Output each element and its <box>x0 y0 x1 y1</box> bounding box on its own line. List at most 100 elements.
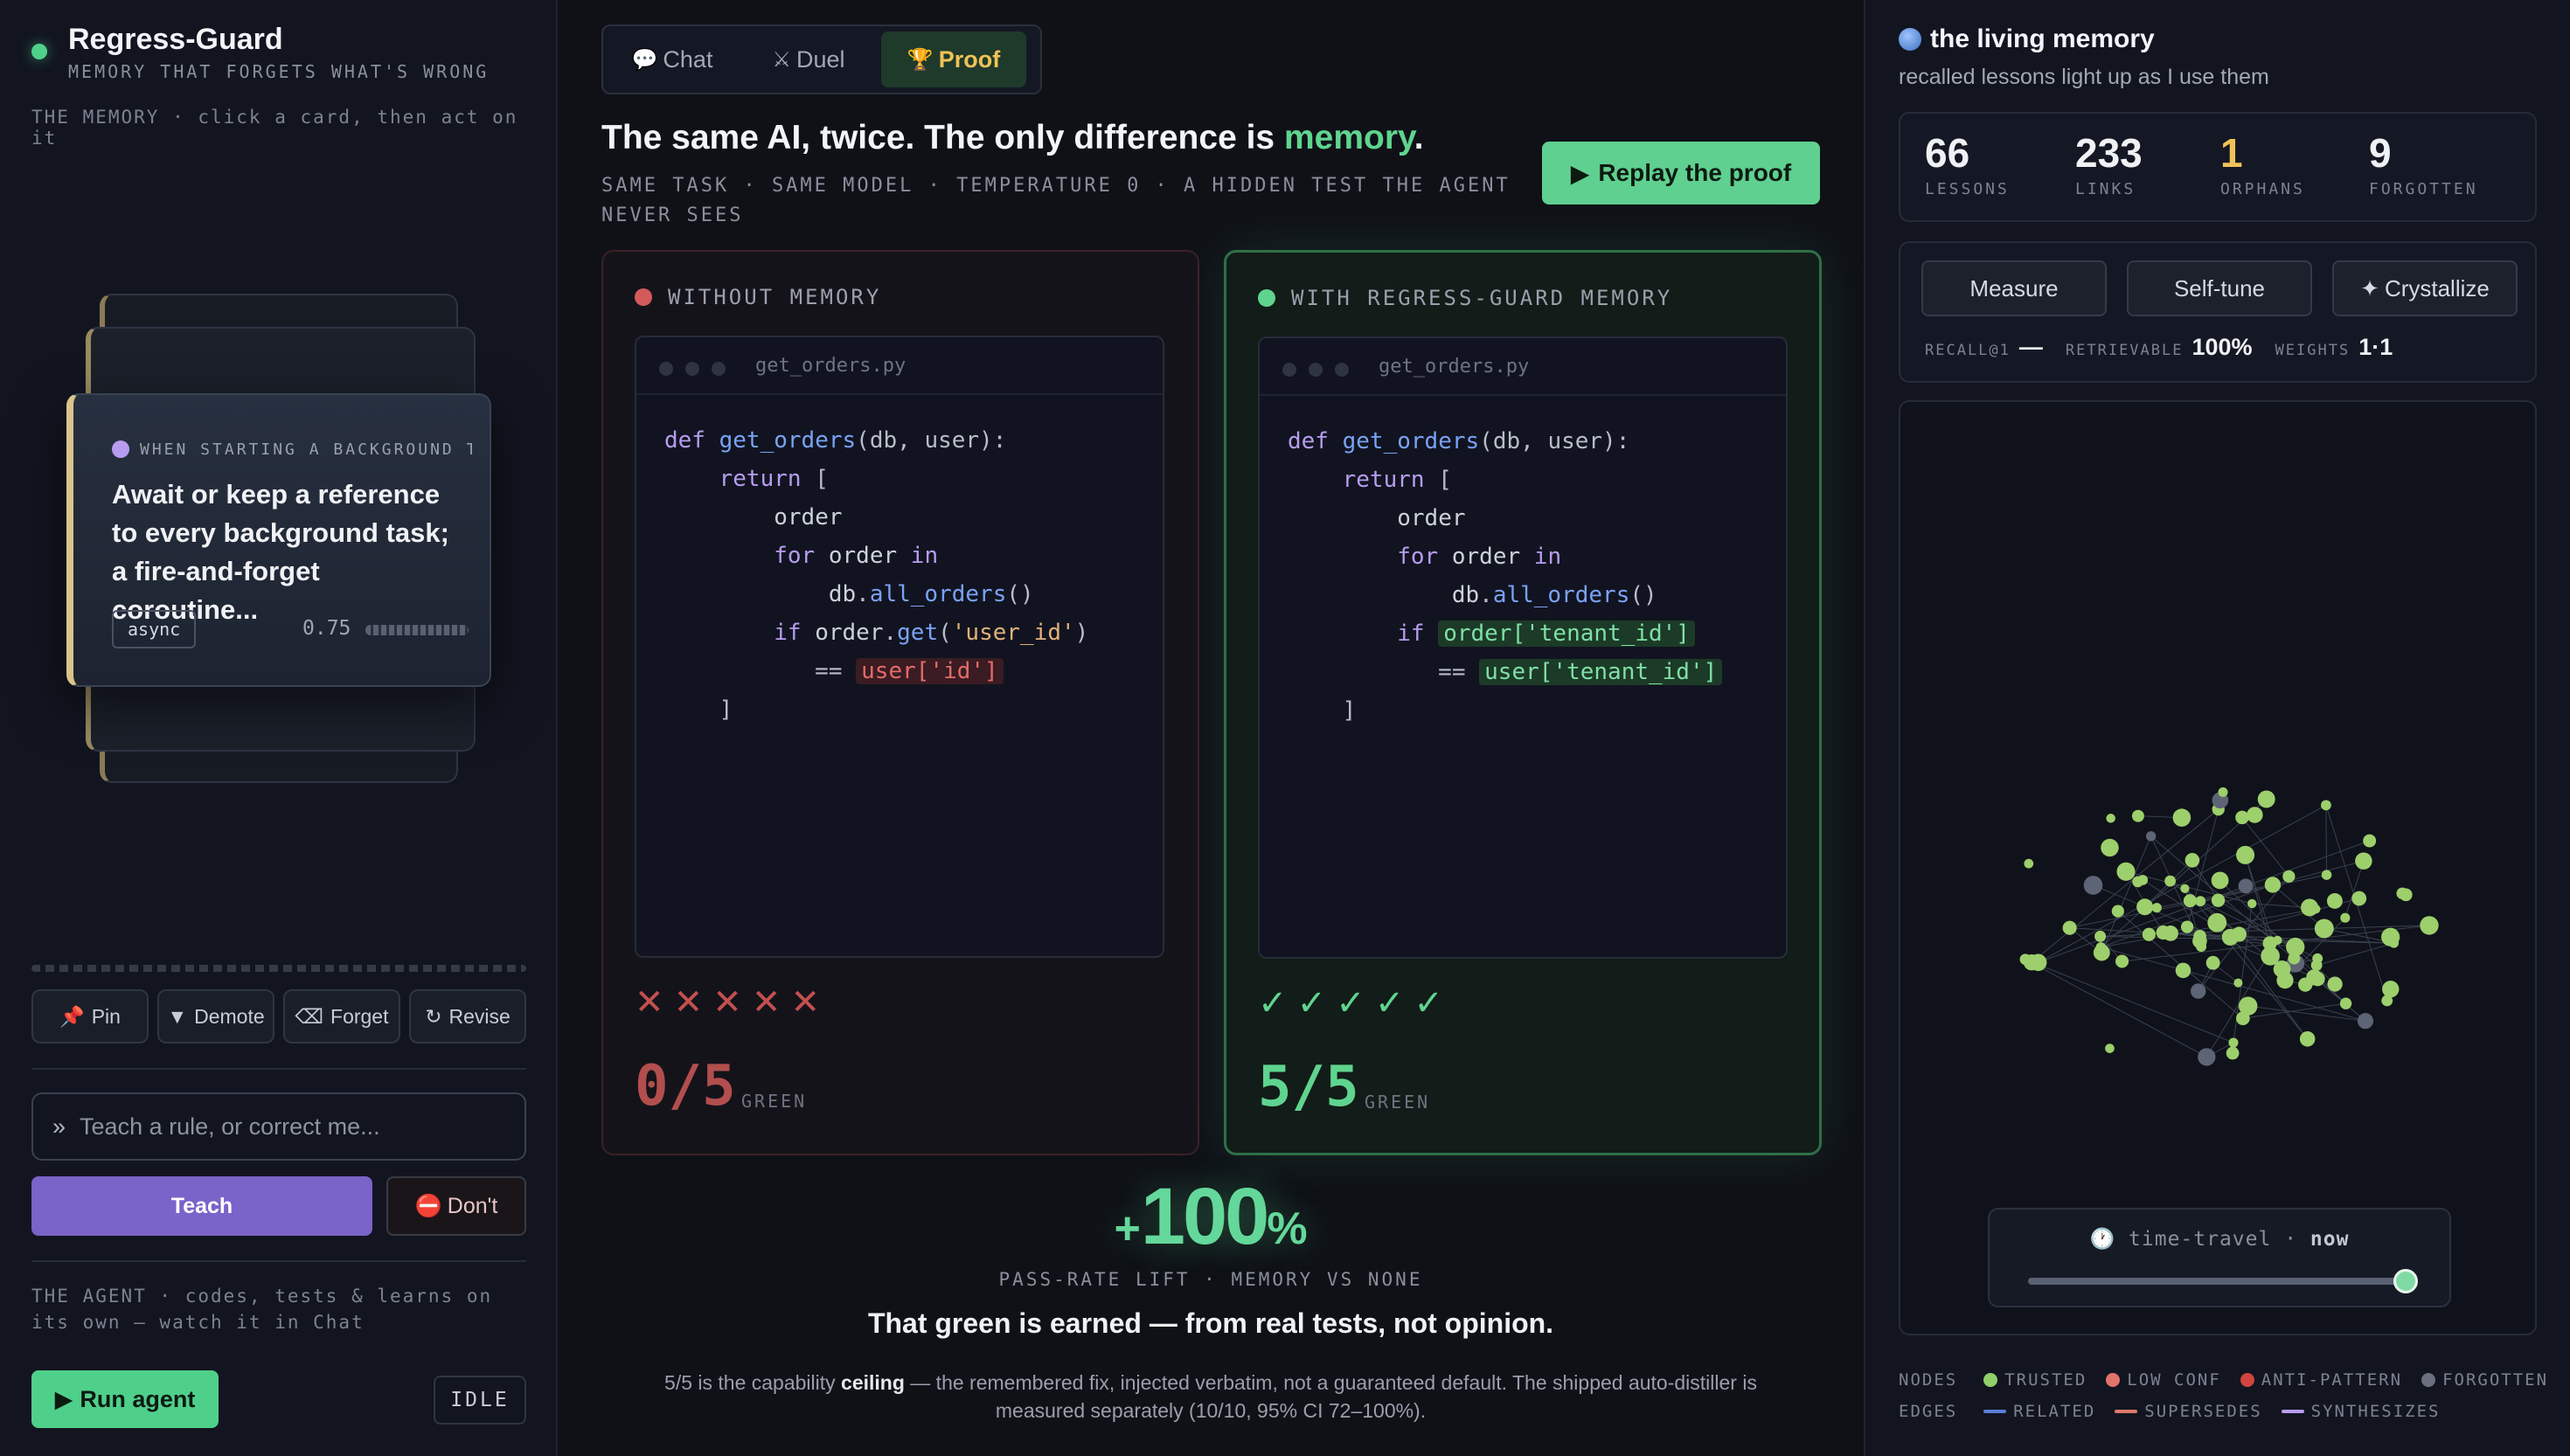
run-agent-button[interactable]: ▶ Run agent <box>31 1370 219 1428</box>
graph-node[interactable] <box>2183 894 2197 908</box>
forget-button[interactable]: ⌫ Forget <box>283 989 400 1043</box>
graph-node[interactable] <box>2321 870 2332 880</box>
graph-node[interactable] <box>2083 876 2103 895</box>
graph-node[interactable] <box>2326 892 2343 909</box>
card-body: Await or keep a reference to every backg… <box>112 479 449 625</box>
graph-node[interactable] <box>2247 807 2263 823</box>
graph-node[interactable] <box>2115 954 2129 968</box>
graph-node[interactable] <box>2062 920 2077 935</box>
self-tune-button[interactable]: Self-tune <box>2127 260 2312 316</box>
graph-node[interactable] <box>2282 870 2296 883</box>
graph-node[interactable] <box>2172 808 2191 827</box>
graph-node[interactable] <box>2311 905 2321 914</box>
graph-node[interactable] <box>2327 976 2343 992</box>
graph-node[interactable] <box>2276 972 2294 989</box>
app-title: Regress-Guard <box>68 23 283 56</box>
graph-node[interactable] <box>2381 995 2393 1007</box>
memory-stats: 66 LESSONS 233 LINKS 1 ORPHANS 9 FORGOTT… <box>1899 112 2537 222</box>
graph-node[interactable] <box>2247 898 2257 909</box>
graph-node[interactable] <box>2257 790 2275 808</box>
graph-node[interactable] <box>2236 845 2255 864</box>
graph-node[interactable] <box>2314 919 2334 939</box>
teach-button[interactable]: Teach <box>31 1176 372 1236</box>
graph-node[interactable] <box>2228 1037 2239 1048</box>
replay-proof-button[interactable]: ▶ Replay the proof <box>1542 142 1820 205</box>
graph-node[interactable] <box>2264 877 2282 893</box>
graph-node[interactable] <box>2235 1011 2250 1026</box>
graph-node[interactable] <box>2211 893 2226 907</box>
graph-node[interactable] <box>2321 800 2331 811</box>
graph-node[interactable] <box>2180 884 2190 893</box>
graph-node[interactable] <box>2299 1031 2316 1047</box>
graph-node[interactable] <box>2226 1046 2240 1060</box>
graph-edge <box>2316 942 2394 966</box>
graph-node[interactable] <box>2357 1013 2374 1030</box>
graph-node[interactable] <box>2142 927 2156 941</box>
graph-node[interactable] <box>2094 930 2107 942</box>
graph-node[interactable] <box>2145 831 2157 842</box>
graph-node[interactable] <box>2116 862 2136 881</box>
graph-node[interactable] <box>2191 983 2206 999</box>
graph-node[interactable] <box>2105 1043 2115 1053</box>
card-scrubber[interactable] <box>31 965 526 972</box>
memory-card-selected[interactable]: WHEN STARTING A BACKGROUND T… Await or k… <box>66 393 491 687</box>
graph-node[interactable] <box>2175 962 2191 979</box>
measure-button[interactable]: Measure <box>1921 260 2107 316</box>
graph-node[interactable] <box>2211 871 2229 890</box>
graph-node[interactable] <box>2106 814 2115 823</box>
graph-node[interactable] <box>2151 903 2162 913</box>
revise-button[interactable]: ↻ Revise <box>409 989 526 1043</box>
graph-node[interactable] <box>2196 941 2207 953</box>
tab-chat[interactable]: 💬 Chat <box>608 31 736 87</box>
graph-node[interactable] <box>2164 875 2176 887</box>
graph-node[interactable] <box>2198 1048 2216 1066</box>
pin-button[interactable]: 📌 Pin <box>31 989 149 1043</box>
lift-label: PASS-RATE LIFT · MEMORY VS NONE <box>998 1269 1423 1290</box>
graph-node[interactable] <box>2136 898 2154 916</box>
graph-node[interactable] <box>2024 858 2034 869</box>
graph-node[interactable] <box>2233 978 2243 988</box>
graph-node[interactable] <box>2310 960 2323 971</box>
graph-node[interactable] <box>2382 981 2400 998</box>
graph-node[interactable] <box>2363 834 2377 848</box>
memory-graph[interactable]: 🕐 time-travel · now <box>1899 400 2537 1335</box>
crystallize-button[interactable]: ✦ Crystallize <box>2332 260 2518 316</box>
graph-node[interactable] <box>2131 809 2144 822</box>
graph-node[interactable] <box>2137 875 2149 885</box>
memory-graph-canvas[interactable] <box>1900 402 2537 1335</box>
graph-node[interactable] <box>2019 953 2032 966</box>
graph-node[interactable] <box>2288 952 2301 965</box>
graph-node[interactable] <box>2195 896 2206 907</box>
graph-node[interactable] <box>2218 787 2228 797</box>
graph-node[interactable] <box>2238 878 2254 894</box>
dont-button[interactable]: ⛔ Don't <box>386 1176 526 1236</box>
graph-node[interactable] <box>2273 935 2282 946</box>
graph-node[interactable] <box>2101 838 2119 857</box>
graph-node[interactable] <box>2111 905 2124 918</box>
graph-node[interactable] <box>2180 920 2194 933</box>
time-travel-thumb[interactable] <box>2393 1269 2418 1293</box>
graph-node[interactable] <box>2235 810 2249 825</box>
graph-node[interactable] <box>2093 944 2110 961</box>
graph-node[interactable] <box>2351 891 2367 906</box>
teach-input[interactable]: » Teach a rule, or correct me... <box>31 1092 526 1161</box>
memory-tools: Measure Self-tune ✦ Crystallize RECALL@1—… <box>1899 241 2537 383</box>
graph-node[interactable] <box>2396 887 2409 900</box>
tab-duel[interactable]: ⚔ Duel <box>745 31 872 87</box>
graph-node[interactable] <box>2340 912 2351 923</box>
graph-node[interactable] <box>2205 955 2220 970</box>
graph-node[interactable] <box>2227 933 2237 943</box>
graph-edge <box>2186 808 2219 927</box>
graph-node[interactable] <box>2389 938 2400 948</box>
graph-node[interactable] <box>2156 925 2171 940</box>
graph-node[interactable] <box>2420 916 2439 935</box>
graph-node[interactable] <box>2207 912 2227 933</box>
graph-node[interactable] <box>2339 997 2352 1009</box>
graph-node[interactable] <box>2184 853 2200 868</box>
tab-proof[interactable]: 🏆 Proof <box>881 31 1026 87</box>
graph-node[interactable] <box>2355 852 2372 870</box>
demote-button[interactable]: ▼ Demote <box>157 989 274 1043</box>
time-travel-track[interactable] <box>2028 1278 2400 1285</box>
graph-node[interactable] <box>2306 969 2323 986</box>
legend-nodes: NODES TRUSTED LOW CONF ANTI-PATTERN FORG… <box>1899 1370 2549 1390</box>
